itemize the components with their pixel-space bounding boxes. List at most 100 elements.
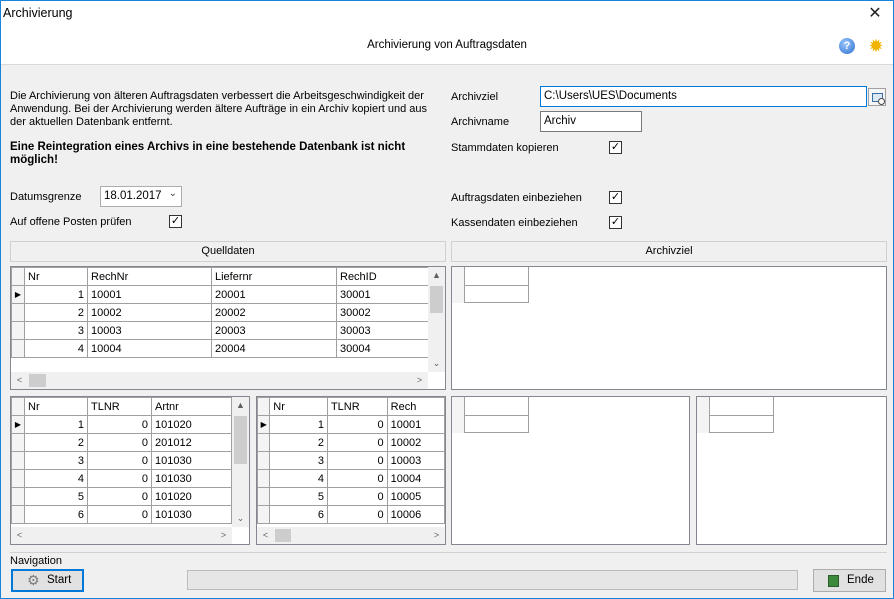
table-cell[interactable]: 10002 — [87, 303, 212, 322]
horizontal-scrollbar[interactable]: < > — [257, 527, 445, 544]
table-row[interactable]: 6 0 10006 — [257, 505, 445, 524]
table-cell[interactable]: 101030 — [151, 469, 232, 488]
horizontal-scrollbar[interactable]: < > — [11, 527, 232, 544]
table-row[interactable]: 2 0 10002 — [257, 433, 445, 452]
archivziel-main-grid[interactable] — [451, 266, 887, 390]
folder-browse-icon[interactable] — [868, 88, 886, 106]
row-header[interactable] — [11, 433, 25, 452]
table-cell[interactable]: 0 — [326, 505, 388, 524]
auftragsdaten-checkbox[interactable]: ✓ — [609, 191, 622, 204]
table-cell[interactable]: 20002 — [211, 303, 337, 322]
table-row[interactable]: ▶ 1 10001 20001 30001 — [11, 285, 429, 304]
table-cell[interactable]: 0 — [326, 469, 388, 488]
table-cell[interactable]: 101020 — [151, 415, 232, 434]
scroll-left-icon[interactable]: < — [257, 527, 274, 544]
scroll-left-icon[interactable]: < — [11, 527, 28, 544]
offene-posten-checkbox[interactable]: ✓ — [169, 215, 182, 228]
row-header[interactable] — [257, 469, 271, 488]
scroll-thumb[interactable] — [275, 529, 291, 542]
quelldaten-main-grid[interactable]: Nr RechNr Liefernr RechID ▶ 1 10001 2000… — [10, 266, 446, 390]
table-cell[interactable]: 101030 — [151, 505, 232, 524]
close-icon[interactable]: ✕ — [857, 1, 893, 29]
table-cell[interactable]: 10003 — [386, 451, 445, 470]
row-header[interactable] — [257, 451, 271, 470]
table-cell[interactable]: 20001 — [211, 285, 337, 304]
archivziel-kasse-grid[interactable] — [696, 396, 887, 545]
scroll-right-icon[interactable]: > — [215, 527, 232, 544]
table-row[interactable]: 4 10004 20004 30004 — [11, 339, 429, 358]
archivname-input[interactable]: Archiv — [540, 111, 642, 132]
table-cell[interactable]: 5 — [24, 487, 88, 506]
archivziel-position-grid[interactable] — [451, 396, 690, 545]
table-row[interactable]: ▶ 1 0 101020 — [11, 415, 232, 434]
scroll-left-icon[interactable]: < — [11, 372, 28, 389]
table-cell[interactable]: 10001 — [87, 285, 212, 304]
scroll-down-icon[interactable]: ⌄ — [428, 355, 445, 372]
table-cell[interactable]: 6 — [24, 505, 88, 524]
table-cell[interactable]: 101020 — [151, 487, 232, 506]
table-cell[interactable]: 2 — [24, 303, 88, 322]
column-header[interactable]: Nr — [269, 397, 328, 416]
table-cell[interactable]: 10002 — [386, 433, 445, 452]
row-header[interactable] — [11, 321, 25, 340]
table-cell[interactable]: 0 — [87, 433, 152, 452]
column-header[interactable]: TLNR — [87, 397, 152, 416]
column-header[interactable]: Rech — [386, 397, 445, 416]
table-cell[interactable]: 10001 — [386, 415, 445, 434]
column-header[interactable]: Nr — [24, 397, 88, 416]
table-row[interactable]: 5 0 101020 — [11, 487, 232, 506]
row-header[interactable] — [11, 451, 25, 470]
scroll-thumb[interactable] — [29, 374, 46, 387]
table-cell[interactable]: 1 — [24, 285, 88, 304]
table-cell[interactable]: 5 — [269, 487, 328, 506]
datumsgrenze-combo[interactable]: 18.01.2017 ⌄ — [100, 186, 182, 207]
table-cell[interactable]: 0 — [326, 415, 388, 434]
vertical-scrollbar[interactable]: ▲ ⌄ — [232, 397, 249, 527]
table-cell[interactable]: 1 — [269, 415, 328, 434]
table-row[interactable]: 6 0 101030 — [11, 505, 232, 524]
table-cell[interactable]: 30003 — [336, 321, 429, 340]
table-cell[interactable]: 0 — [87, 415, 152, 434]
table-row[interactable]: 5 0 10005 — [257, 487, 445, 506]
table-row[interactable]: ▶ 1 0 10001 — [257, 415, 445, 434]
table-cell[interactable]: 0 — [87, 487, 152, 506]
horizontal-scrollbar[interactable]: < > — [11, 372, 428, 389]
row-header[interactable] — [257, 505, 271, 524]
table-row[interactable]: 2 0 201012 — [11, 433, 232, 452]
table-cell[interactable]: 10004 — [386, 469, 445, 488]
table-cell[interactable]: 101030 — [151, 451, 232, 470]
row-header[interactable] — [11, 505, 25, 524]
table-cell[interactable]: 0 — [326, 433, 388, 452]
table-cell[interactable]: 10006 — [386, 505, 445, 524]
scroll-right-icon[interactable]: > — [411, 372, 428, 389]
column-header[interactable]: Nr — [24, 267, 88, 286]
table-cell[interactable]: 4 — [24, 469, 88, 488]
ende-button[interactable]: Ende — [813, 569, 886, 592]
table-cell[interactable]: 3 — [24, 451, 88, 470]
stammdaten-checkbox[interactable]: ✓ — [609, 141, 622, 154]
table-cell[interactable]: 4 — [24, 339, 88, 358]
row-header[interactable] — [11, 303, 25, 322]
table-cell[interactable]: 30002 — [336, 303, 429, 322]
scroll-down-icon[interactable]: ⌄ — [232, 510, 249, 527]
table-row[interactable]: 4 0 10004 — [257, 469, 445, 488]
table-cell[interactable]: 0 — [87, 469, 152, 488]
scroll-right-icon[interactable]: > — [428, 527, 445, 544]
table-cell[interactable]: 0 — [326, 451, 388, 470]
vertical-scrollbar[interactable]: ▲ ⌄ — [428, 267, 445, 372]
table-row[interactable]: 3 0 10003 — [257, 451, 445, 470]
table-cell[interactable]: 10005 — [386, 487, 445, 506]
column-header[interactable]: RechID — [336, 267, 429, 286]
row-header[interactable] — [11, 469, 25, 488]
table-cell[interactable]: 3 — [24, 321, 88, 340]
table-cell[interactable]: 1 — [24, 415, 88, 434]
table-cell[interactable]: 201012 — [151, 433, 232, 452]
table-row[interactable]: 2 10002 20002 30002 — [11, 303, 429, 322]
table-cell[interactable]: 2 — [269, 433, 328, 452]
column-header[interactable]: TLNR — [326, 397, 388, 416]
archivziel-input[interactable]: C:\Users\UES\Documents — [540, 86, 867, 107]
table-row[interactable]: 3 10003 20003 30003 — [11, 321, 429, 340]
sun-icon[interactable]: ✹ — [867, 37, 885, 55]
row-header[interactable] — [11, 487, 25, 506]
table-cell[interactable]: 3 — [269, 451, 328, 470]
